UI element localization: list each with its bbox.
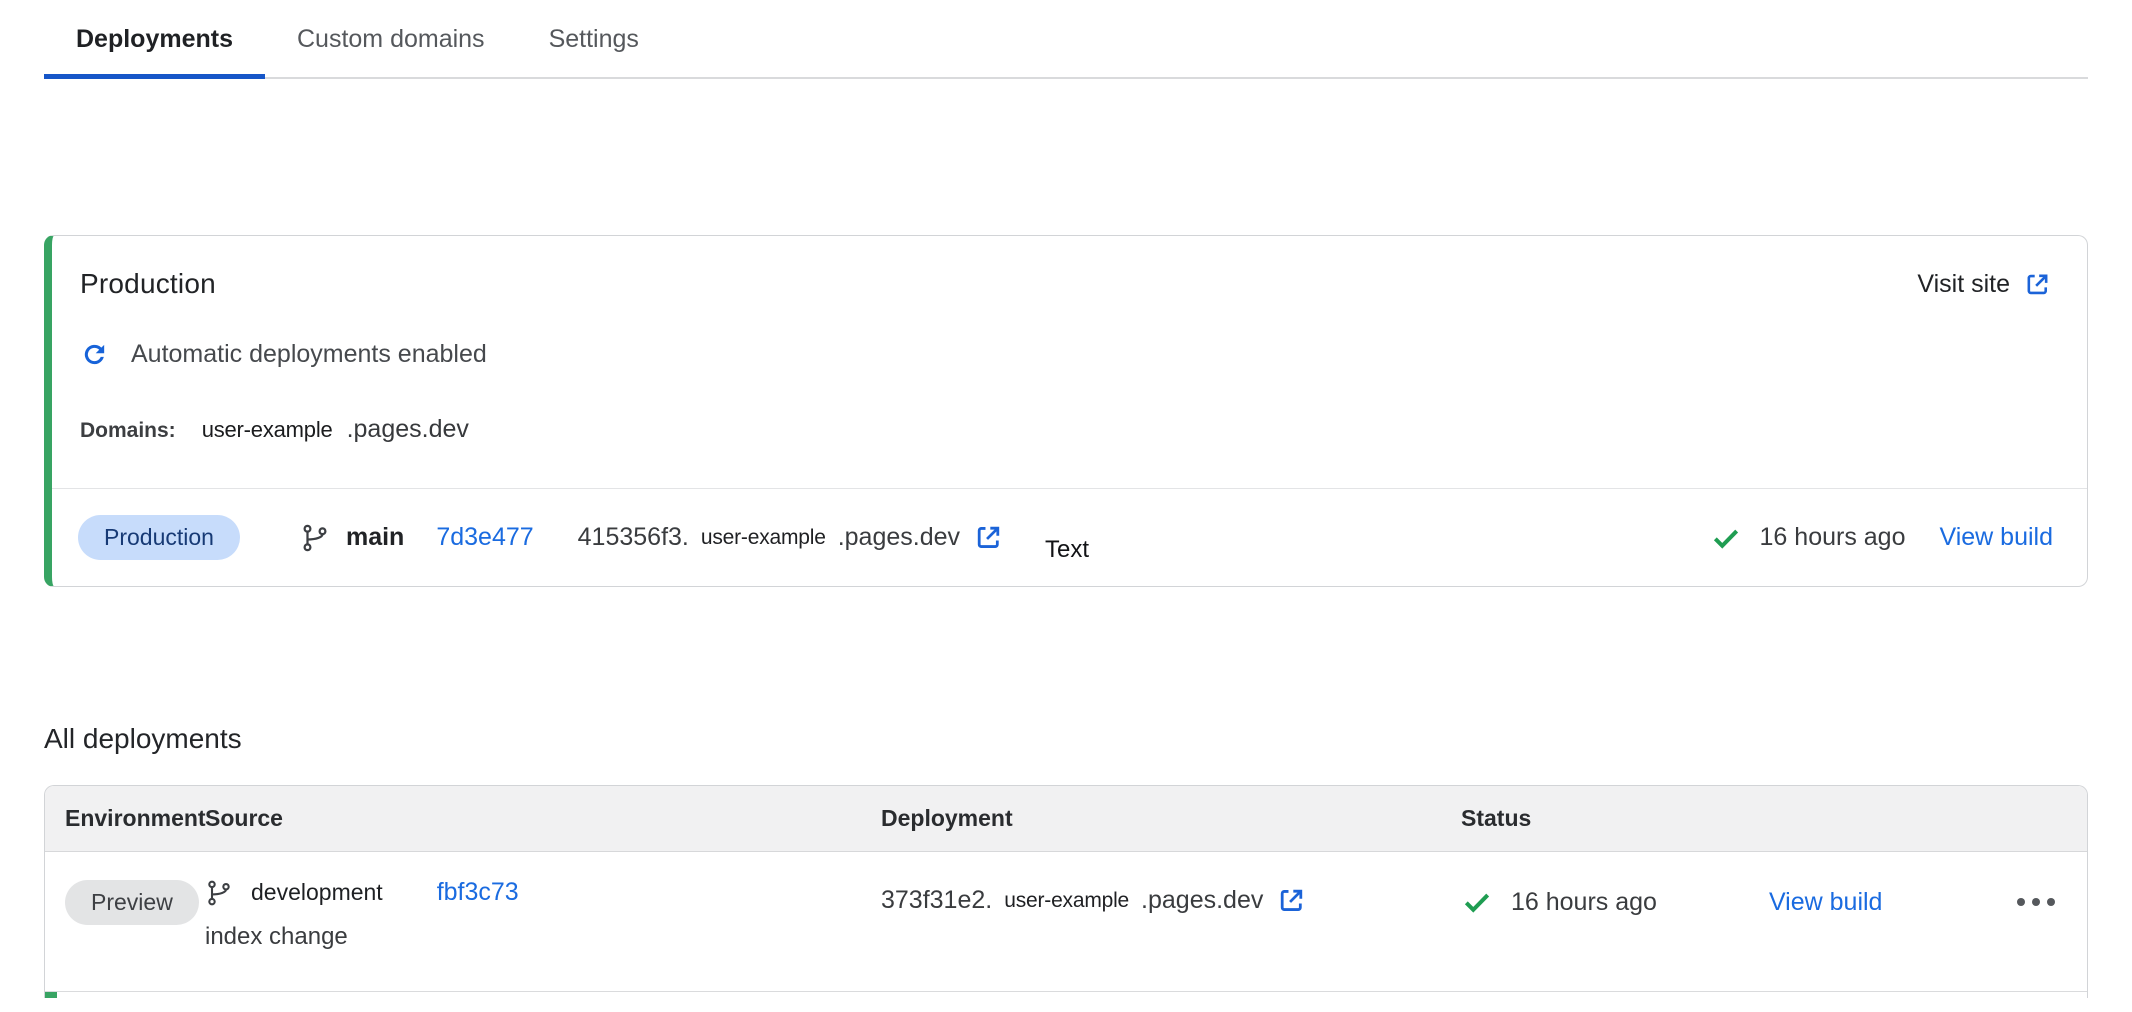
tab-custom-domains[interactable]: Custom domains — [265, 0, 517, 79]
auto-deployments-text: Automatic deployments enabled — [131, 340, 487, 369]
environment-badge: Preview — [65, 880, 199, 925]
branch-name: main — [346, 523, 404, 552]
domain-name: user-example — [202, 417, 333, 443]
tab-deployments[interactable]: Deployments — [44, 0, 265, 79]
environment-badge: Production — [78, 515, 240, 560]
external-link-icon[interactable] — [1277, 886, 1306, 915]
external-link-icon — [2024, 271, 2051, 298]
check-icon — [1461, 886, 1493, 918]
external-link-icon[interactable] — [974, 523, 1003, 552]
commit-message: index change — [205, 923, 881, 951]
deployment-url-name: user-example — [701, 526, 826, 550]
git-branch-icon — [300, 523, 330, 553]
table-row: Preview development fbf3c73 — [45, 852, 2087, 992]
production-deployment-row: Production main 7d3e477 415356f3. user-e… — [52, 488, 2087, 586]
column-header-status: Status — [1461, 805, 2087, 832]
commit-link[interactable]: 7d3e477 — [436, 523, 533, 552]
deployment-url-name: user-example — [1004, 889, 1129, 913]
domain-suffix: .pages.dev — [347, 415, 469, 444]
deployment-url: 373f31e2. user-example .pages.dev — [881, 886, 1461, 915]
deployment-url-suffix: .pages.dev — [1141, 886, 1263, 915]
deployment-url-prefix: 373f31e2. — [881, 886, 992, 915]
column-header-deployment: Deployment — [881, 805, 1461, 832]
domains-label: Domains: — [80, 419, 176, 443]
column-header-source: Source — [205, 805, 881, 832]
tab-bar: Deployments Custom domains Settings — [44, 0, 2088, 79]
next-row-accent — [45, 992, 57, 998]
check-icon — [1710, 522, 1742, 554]
deployment-time: 16 hours ago — [1760, 523, 1906, 552]
deployment-url: 415356f3. user-example .pages.dev — [578, 523, 1003, 552]
deployments-table: Environment Source Deployment Status Pre… — [44, 785, 2088, 998]
production-card: Production Visit site — [44, 235, 2088, 587]
git-branch-icon — [205, 879, 233, 907]
deployment-url-suffix: .pages.dev — [838, 523, 960, 552]
overflow-menu-icon[interactable] — [2013, 888, 2059, 916]
view-build-link[interactable]: View build — [1939, 523, 2053, 552]
view-build-link[interactable]: View build — [1769, 888, 1883, 917]
commit-link[interactable]: fbf3c73 — [437, 878, 519, 907]
production-card-title: Production — [80, 268, 216, 300]
tab-settings[interactable]: Settings — [517, 0, 671, 79]
refresh-icon — [80, 340, 109, 369]
note-text: Text — [1045, 536, 1089, 564]
visit-site-label: Visit site — [1917, 270, 2010, 299]
table-header-row: Environment Source Deployment Status — [45, 786, 2087, 852]
branch-name: development — [251, 879, 383, 906]
all-deployments-title: All deployments — [44, 723, 2088, 755]
deployment-url-prefix: 415356f3. — [578, 523, 689, 552]
visit-site-link[interactable]: Visit site — [1917, 270, 2051, 299]
column-header-environment: Environment — [45, 805, 205, 832]
deployment-time: 16 hours ago — [1511, 888, 1657, 917]
page: Deployments Custom domains Settings Prod… — [0, 0, 2132, 998]
